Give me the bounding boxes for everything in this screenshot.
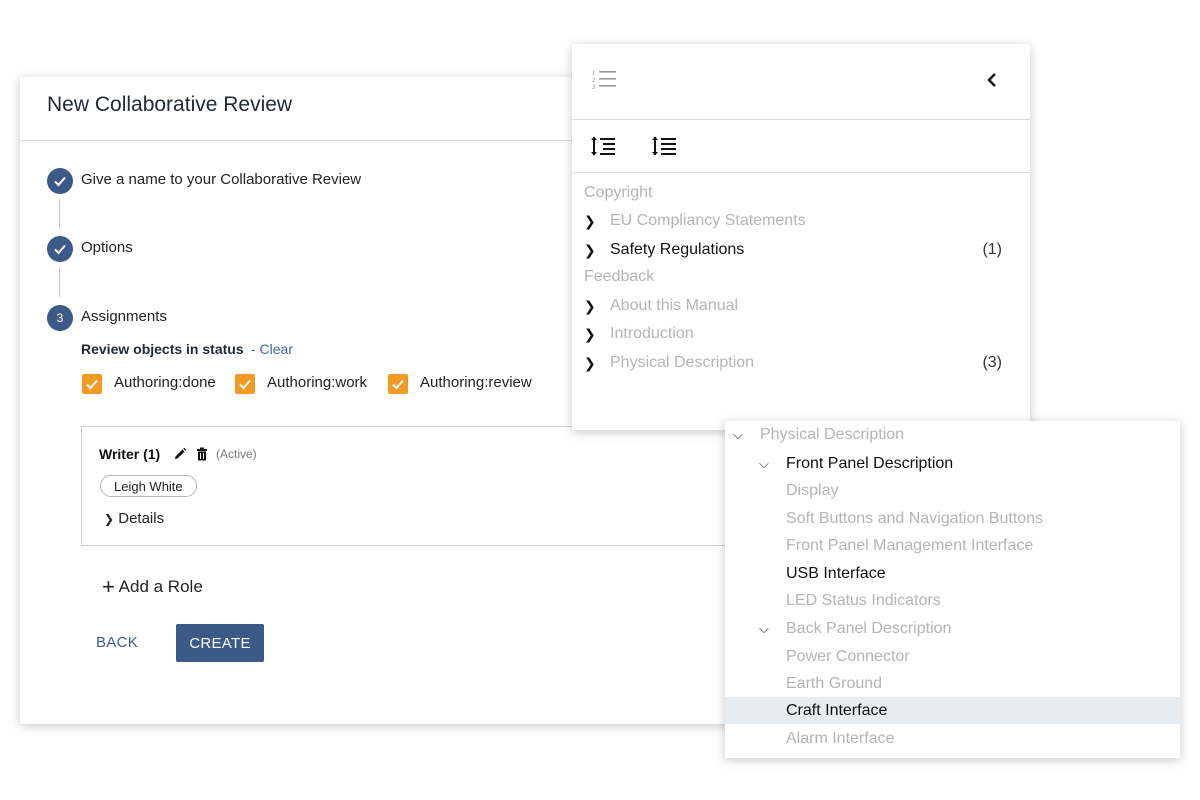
details-toggle[interactable]: ❯ Details [104, 510, 164, 527]
chevron-down-icon[interactable]: ⌵ [733, 427, 743, 443]
toc-item[interactable]: Feedback [584, 265, 1002, 289]
step-1-label[interactable]: Give a name to your Collaborative Review [81, 171, 361, 188]
edit-icon[interactable] [173, 447, 187, 466]
checkbox-authoring-done[interactable] [82, 374, 102, 394]
toc-item[interactable]: ❯ EU Compliancy Statements [584, 209, 1002, 233]
tree-panel: ⌵ Physical Description ⌵ Front Panel Des… [725, 421, 1180, 758]
step-1-check-icon [47, 168, 73, 194]
clear-link[interactable]: - Clear [251, 341, 293, 357]
tree-item[interactable]: ⌵ Physical Description [725, 421, 1180, 448]
toc-item[interactable]: ❯ Introduction [584, 322, 1002, 346]
details-label: Details [118, 510, 165, 527]
tree-item-label: Craft Interface [786, 701, 888, 719]
tree-item-label: USB Interface [786, 564, 886, 582]
svg-text:1: 1 [592, 71, 596, 77]
divider [572, 119, 1030, 120]
chevron-right-icon: ❯ [104, 512, 115, 526]
collapse-panel-icon[interactable] [986, 72, 998, 93]
tree-item-selected[interactable]: Craft Interface [725, 697, 1180, 724]
toc-item[interactable]: Copyright [584, 181, 1002, 205]
svg-text:3: 3 [592, 85, 596, 91]
toc-panel: 1 2 3 Copyright ❯ EU Compliancy Statemen… [572, 44, 1030, 430]
dialog-title: New Collaborative Review [47, 93, 293, 116]
step-connector [59, 267, 60, 297]
toc-item[interactable]: ❯ Physical Description (3) [584, 351, 1002, 375]
tree-item-label: Soft Buttons and Navigation Buttons [786, 509, 1044, 527]
tree-item[interactable]: Earth Ground [725, 670, 1180, 697]
tree-item-label: Earth Ground [786, 674, 883, 692]
chevron-right-icon[interactable]: ❯ [584, 213, 610, 230]
chevron-down-icon[interactable]: ⌵ [759, 456, 769, 472]
checkbox-label: Authoring:done [114, 374, 216, 391]
back-button[interactable]: BACK [96, 634, 138, 651]
chevron-down-icon[interactable]: ⌵ [759, 621, 769, 637]
tree-item[interactable]: ⌵ Back Panel Description [725, 615, 1180, 642]
toc-item-label: About this Manual [610, 297, 739, 314]
toc-item-count: (3) [982, 354, 1002, 371]
step-3-label[interactable]: Assignments [81, 308, 167, 325]
expand-all-icon[interactable] [591, 136, 617, 163]
checkbox-authoring-work[interactable] [235, 374, 255, 394]
member-chip[interactable]: Leigh White [100, 475, 197, 497]
divider [572, 172, 1030, 173]
status-filter-title: Review objects in status [81, 341, 244, 357]
step-connector [59, 199, 60, 229]
tree-item-label: Front Panel Description [786, 454, 954, 472]
chevron-right-icon[interactable]: ❯ [584, 355, 610, 372]
role-status: (Active) [216, 447, 257, 461]
tree-item-label: Back Panel Description [786, 619, 952, 637]
tree-item[interactable]: ⌵ Front Panel Description [725, 450, 1180, 477]
toc-item-label: Feedback [584, 268, 655, 285]
trash-icon[interactable] [196, 447, 208, 466]
checkbox-label: Authoring:review [420, 374, 532, 391]
tree-item[interactable]: Soft Buttons and Navigation Buttons [725, 505, 1180, 532]
tree-item-label: Display [786, 481, 839, 499]
tree-item[interactable]: Alarm Interface [725, 725, 1180, 752]
toc-item-label: Introduction [610, 325, 694, 342]
tree-item[interactable]: USB Interface [725, 560, 1180, 587]
svg-text:2: 2 [592, 78, 596, 84]
create-button[interactable]: CREATE [176, 624, 264, 662]
add-role-label: Add a Role [118, 577, 203, 596]
toc-item-label: EU Compliancy Statements [610, 212, 806, 229]
tree-item-label: Physical Description [760, 425, 905, 443]
tree-item-label: Alarm Interface [786, 729, 895, 747]
tree-item[interactable]: Front Panel Management Interface [725, 532, 1180, 559]
tree-item[interactable]: Power Connector [725, 643, 1180, 670]
toc-item-label: Safety Regulations [610, 241, 745, 258]
toc-item-label: Copyright [584, 184, 653, 201]
tree-item[interactable]: LED Status Indicators [725, 587, 1180, 614]
step-2-check-icon [47, 236, 73, 262]
toc-item[interactable]: ❯ Safety Regulations (1) [584, 238, 1002, 262]
numbered-list-icon[interactable]: 1 2 3 [592, 69, 618, 96]
tree-item[interactable]: Display [725, 477, 1180, 504]
toc-item-count: (1) [982, 241, 1002, 258]
checkbox-label: Authoring:work [267, 374, 368, 391]
step-2-label[interactable]: Options [81, 239, 133, 256]
toc-item-label: Physical Description [610, 354, 755, 371]
checkbox-authoring-review[interactable] [388, 374, 408, 394]
collapse-all-icon[interactable] [652, 136, 678, 163]
chevron-right-icon[interactable]: ❯ [584, 298, 610, 315]
chevron-right-icon[interactable]: ❯ [584, 326, 610, 343]
add-role-button[interactable]: + Add a Role [102, 574, 203, 600]
tree-item-label: Power Connector [786, 647, 910, 665]
role-card: Writer (1) (Active) Leigh White ❯ Detail… [81, 426, 761, 546]
step-3-number: 3 [47, 305, 73, 331]
tree-item-label: Front Panel Management Interface [786, 536, 1034, 554]
plus-icon: + [102, 574, 115, 599]
toc-item[interactable]: ❯ About this Manual [584, 294, 1002, 318]
tree-item-label: LED Status Indicators [786, 591, 941, 609]
chevron-right-icon[interactable]: ❯ [584, 242, 610, 259]
role-title: Writer (1) [99, 446, 161, 462]
